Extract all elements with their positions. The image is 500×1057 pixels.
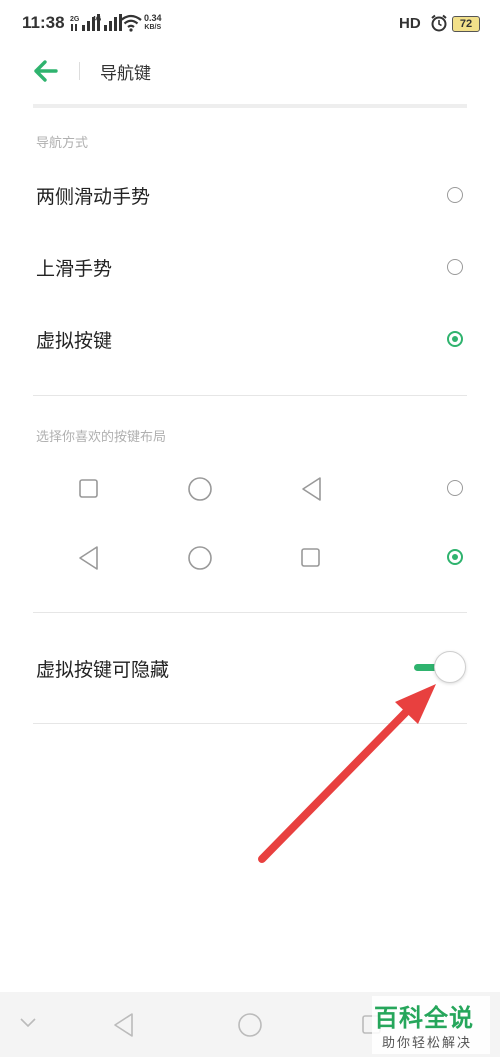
watermark-sub-text: 助你轻松解决 (382, 1036, 473, 1051)
watermark-main-text: 百科全说 (374, 1004, 474, 1032)
square-icon (301, 548, 320, 567)
nav-option-virtual-keys[interactable]: 虚拟按键 (0, 312, 500, 366)
wifi-icon (120, 14, 142, 32)
nav-option-two-side-swipe[interactable]: 两侧滑动手势 (0, 168, 500, 222)
back-arrow-icon (34, 60, 58, 82)
nav-option-label: 两侧滑动手势 (36, 186, 151, 208)
square-icon (79, 479, 98, 498)
status-time: 11:38 (22, 13, 65, 32)
watermark-logo: 百科全说 助你轻松解决 (372, 996, 490, 1054)
app-bar: 导航键 (0, 48, 500, 98)
circle-icon (188, 546, 212, 570)
radio-button[interactable] (447, 259, 463, 275)
nav-option-label: 虚拟按键 (36, 330, 113, 352)
back-button[interactable] (30, 56, 64, 86)
chevron-down-icon[interactable] (18, 1016, 38, 1030)
network-speed: 0.34 KB/S (144, 14, 162, 32)
app-bar-separator (79, 62, 80, 80)
radio-button-selected[interactable] (447, 549, 463, 565)
section-divider (33, 612, 467, 613)
nav-mode-section-label: 导航方式 (36, 136, 89, 151)
battery-indicator: 72 (452, 16, 480, 32)
page-title: 导航键 (100, 64, 151, 84)
radio-button-selected[interactable] (447, 331, 463, 347)
layout-section-label: 选择你喜欢的按键布局 (36, 430, 167, 445)
circle-icon (188, 477, 212, 501)
nav-option-label: 上滑手势 (36, 258, 113, 280)
radio-button[interactable] (447, 187, 463, 203)
hide-virtual-keys-row: 虚拟按键可隐藏 (0, 640, 500, 696)
layout-option-2[interactable] (0, 533, 500, 583)
status-bar: 11:38 2G 4G 0.34 KB/S HD 72 (0, 0, 500, 48)
hide-virtual-keys-label: 虚拟按键可隐藏 (36, 659, 170, 681)
section-divider (33, 395, 467, 396)
network-speed-unit: KB/S (144, 24, 162, 31)
radio-button[interactable] (447, 480, 463, 496)
triangle-left-icon (302, 477, 321, 501)
annotation-arrow-icon (258, 684, 436, 863)
toggle-knob[interactable] (434, 651, 466, 683)
nav-back-icon[interactable] (112, 1012, 136, 1038)
alarm-icon (431, 14, 447, 32)
nav-home-icon[interactable] (237, 1012, 263, 1038)
app-bar-divider (33, 104, 467, 108)
layout-option-1[interactable] (0, 464, 500, 514)
network-speed-value: 0.34 (144, 13, 162, 23)
section-divider (33, 723, 467, 724)
network-type-2: 4G (92, 16, 102, 23)
hide-virtual-keys-toggle[interactable] (410, 650, 468, 686)
triangle-left-icon (79, 546, 98, 570)
hd-label: HD (399, 15, 421, 32)
nav-option-swipe-up[interactable]: 上滑手势 (0, 240, 500, 294)
network-type-1: 2G (70, 16, 80, 23)
